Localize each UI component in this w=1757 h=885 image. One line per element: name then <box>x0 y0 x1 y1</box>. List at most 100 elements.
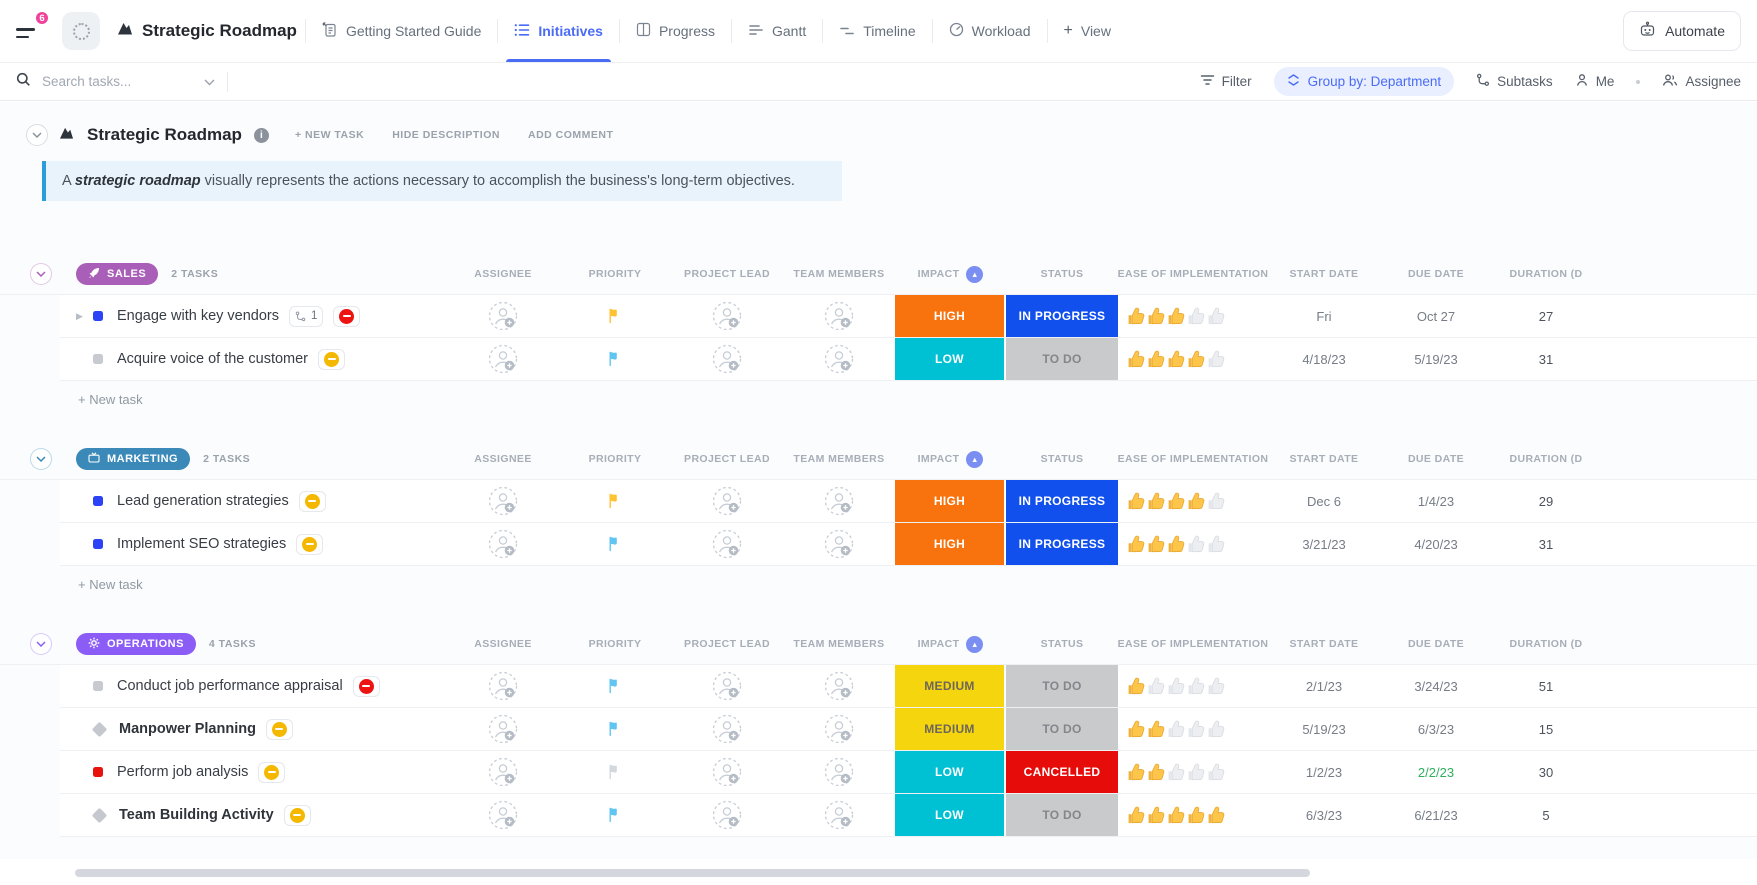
start-date[interactable]: 6/3/23 <box>1268 794 1380 836</box>
column-header-start-date[interactable]: START DATE <box>1268 268 1380 280</box>
duration-value[interactable]: 27 <box>1492 295 1600 337</box>
milestone-diamond-icon[interactable] <box>92 721 108 737</box>
column-header-start-date[interactable]: START DATE <box>1268 638 1380 650</box>
no-entry-red-icon[interactable] <box>333 306 360 327</box>
due-date[interactable]: 4/20/23 <box>1380 523 1492 565</box>
collapse-list-button[interactable] <box>26 124 48 146</box>
team-members-add-button[interactable] <box>783 523 895 565</box>
start-date[interactable]: 1/2/23 <box>1268 751 1380 793</box>
duration-value[interactable]: 31 <box>1492 338 1600 380</box>
group-by-button[interactable]: Group by: Department <box>1274 67 1455 96</box>
task-row[interactable]: ▶ Acquire voice of the customer LOW TO D… <box>60 338 1757 381</box>
impact-cell[interactable]: MEDIUM <box>895 665 1006 707</box>
ease-of-implementation-rating[interactable] <box>1118 338 1268 380</box>
ease-of-implementation-rating[interactable] <box>1118 480 1268 522</box>
task-status-square-icon[interactable] <box>93 311 103 321</box>
column-header-assignee[interactable]: ASSIGNEE <box>447 638 559 650</box>
tab-getting-started-guide[interactable]: Getting Started Guide <box>308 0 495 62</box>
project-lead-add-button[interactable] <box>671 480 783 522</box>
task-row[interactable]: ▶ Manpower Planning MEDIUM TO DO 5/19/23… <box>60 708 1757 751</box>
task-name[interactable]: Engage with key vendors <box>117 308 279 324</box>
column-header-status[interactable]: STATUS <box>1006 453 1118 465</box>
search-input[interactable] <box>40 73 195 90</box>
column-header-project-lead[interactable]: PROJECT LEAD <box>671 638 783 650</box>
subtasks-button[interactable]: Subtasks <box>1476 73 1553 90</box>
new-task-button[interactable]: + New task <box>78 381 1757 416</box>
priority-flag-icon[interactable] <box>559 665 671 707</box>
priority-flag-icon[interactable] <box>559 751 671 793</box>
column-header-assignee[interactable]: ASSIGNEE <box>447 268 559 280</box>
sort-indicator-icon[interactable]: ▲ <box>966 266 983 283</box>
assignee-add-button[interactable] <box>447 295 559 337</box>
milestone-diamond-icon[interactable] <box>92 807 108 823</box>
column-header-project-lead[interactable]: PROJECT LEAD <box>671 453 783 465</box>
start-date[interactable]: Fri <box>1268 295 1380 337</box>
priority-flag-icon[interactable] <box>559 295 671 337</box>
no-entry-yellow-icon[interactable] <box>299 491 326 512</box>
priority-flag-icon[interactable] <box>559 794 671 836</box>
column-header-due-date[interactable]: DUE DATE <box>1380 453 1492 465</box>
tab-gantt[interactable]: Gantt <box>734 0 820 62</box>
expand-task-arrow[interactable]: ▶ <box>76 311 93 322</box>
column-header-ease-of-implementation[interactable]: EASE OF IMPLEMENTATION <box>1118 268 1268 280</box>
column-header-due-date[interactable]: DUE DATE <box>1380 638 1492 650</box>
priority-flag-icon[interactable] <box>559 708 671 750</box>
group-collapse-button[interactable] <box>30 263 52 285</box>
assignee-add-button[interactable] <box>447 794 559 836</box>
column-header-priority[interactable]: PRIORITY <box>559 268 671 280</box>
column-header-start-date[interactable]: START DATE <box>1268 453 1380 465</box>
sort-indicator-icon[interactable]: ▲ <box>966 451 983 468</box>
tab-workload[interactable]: Workload <box>935 0 1045 62</box>
group-pill-sales[interactable]: SALES <box>76 263 158 285</box>
ease-of-implementation-rating[interactable] <box>1118 665 1268 707</box>
hide-description-action[interactable]: HIDE DESCRIPTION <box>392 129 500 141</box>
impact-cell[interactable]: MEDIUM <box>895 708 1006 750</box>
ease-of-implementation-rating[interactable] <box>1118 751 1268 793</box>
group-pill-marketing[interactable]: MARKETING <box>76 448 190 470</box>
task-row[interactable]: ▶ Team Building Activity LOW TO DO 6/3/2… <box>60 794 1757 837</box>
assignee-add-button[interactable] <box>447 665 559 707</box>
column-header-team-members[interactable]: TEAM MEMBERS <box>783 268 895 280</box>
team-members-add-button[interactable] <box>783 708 895 750</box>
column-header-ease-of-implementation[interactable]: EASE OF IMPLEMENTATION <box>1118 638 1268 650</box>
impact-cell[interactable]: LOW <box>895 751 1006 793</box>
search-box[interactable] <box>16 72 215 92</box>
task-name[interactable]: Implement SEO strategies <box>117 536 286 552</box>
task-status-square-icon[interactable] <box>93 539 103 549</box>
start-date[interactable]: 4/18/23 <box>1268 338 1380 380</box>
due-date[interactable]: 3/24/23 <box>1380 665 1492 707</box>
team-members-add-button[interactable] <box>783 794 895 836</box>
column-header-priority[interactable]: PRIORITY <box>559 638 671 650</box>
task-row[interactable]: ▶ Lead generation strategies HIGH IN PRO… <box>60 480 1757 523</box>
ease-of-implementation-rating[interactable] <box>1118 295 1268 337</box>
impact-cell[interactable]: LOW <box>895 338 1006 380</box>
assignee-add-button[interactable] <box>447 708 559 750</box>
priority-flag-icon[interactable] <box>559 338 671 380</box>
status-cell[interactable]: TO DO <box>1006 708 1118 750</box>
impact-cell[interactable]: HIGH <box>895 295 1006 337</box>
column-header-project-lead[interactable]: PROJECT LEAD <box>671 268 783 280</box>
assignee-add-button[interactable] <box>447 751 559 793</box>
start-date[interactable]: 5/19/23 <box>1268 708 1380 750</box>
task-status-square-icon[interactable] <box>93 354 103 364</box>
project-lead-add-button[interactable] <box>671 523 783 565</box>
column-header-status[interactable]: STATUS <box>1006 638 1118 650</box>
due-date[interactable]: 1/4/23 <box>1380 480 1492 522</box>
column-header-impact[interactable]: IMPACT▲ <box>895 451 1006 468</box>
due-date[interactable]: 5/19/23 <box>1380 338 1492 380</box>
team-members-add-button[interactable] <box>783 751 895 793</box>
assignee-add-button[interactable] <box>447 338 559 380</box>
priority-flag-icon[interactable] <box>559 523 671 565</box>
team-members-add-button[interactable] <box>783 665 895 707</box>
column-header-team-members[interactable]: TEAM MEMBERS <box>783 453 895 465</box>
task-name[interactable]: Conduct job performance appraisal <box>117 678 343 694</box>
column-header-status[interactable]: STATUS <box>1006 268 1118 280</box>
horizontal-scrollbar-track[interactable] <box>0 859 1757 885</box>
start-date[interactable]: 3/21/23 <box>1268 523 1380 565</box>
duration-value[interactable]: 29 <box>1492 480 1600 522</box>
task-name[interactable]: Team Building Activity <box>119 807 274 823</box>
add-view-button[interactable]: + View <box>1050 0 1125 62</box>
column-header-team-members[interactable]: TEAM MEMBERS <box>783 638 895 650</box>
task-name[interactable]: Manpower Planning <box>119 721 256 737</box>
info-icon[interactable]: i <box>254 128 269 143</box>
